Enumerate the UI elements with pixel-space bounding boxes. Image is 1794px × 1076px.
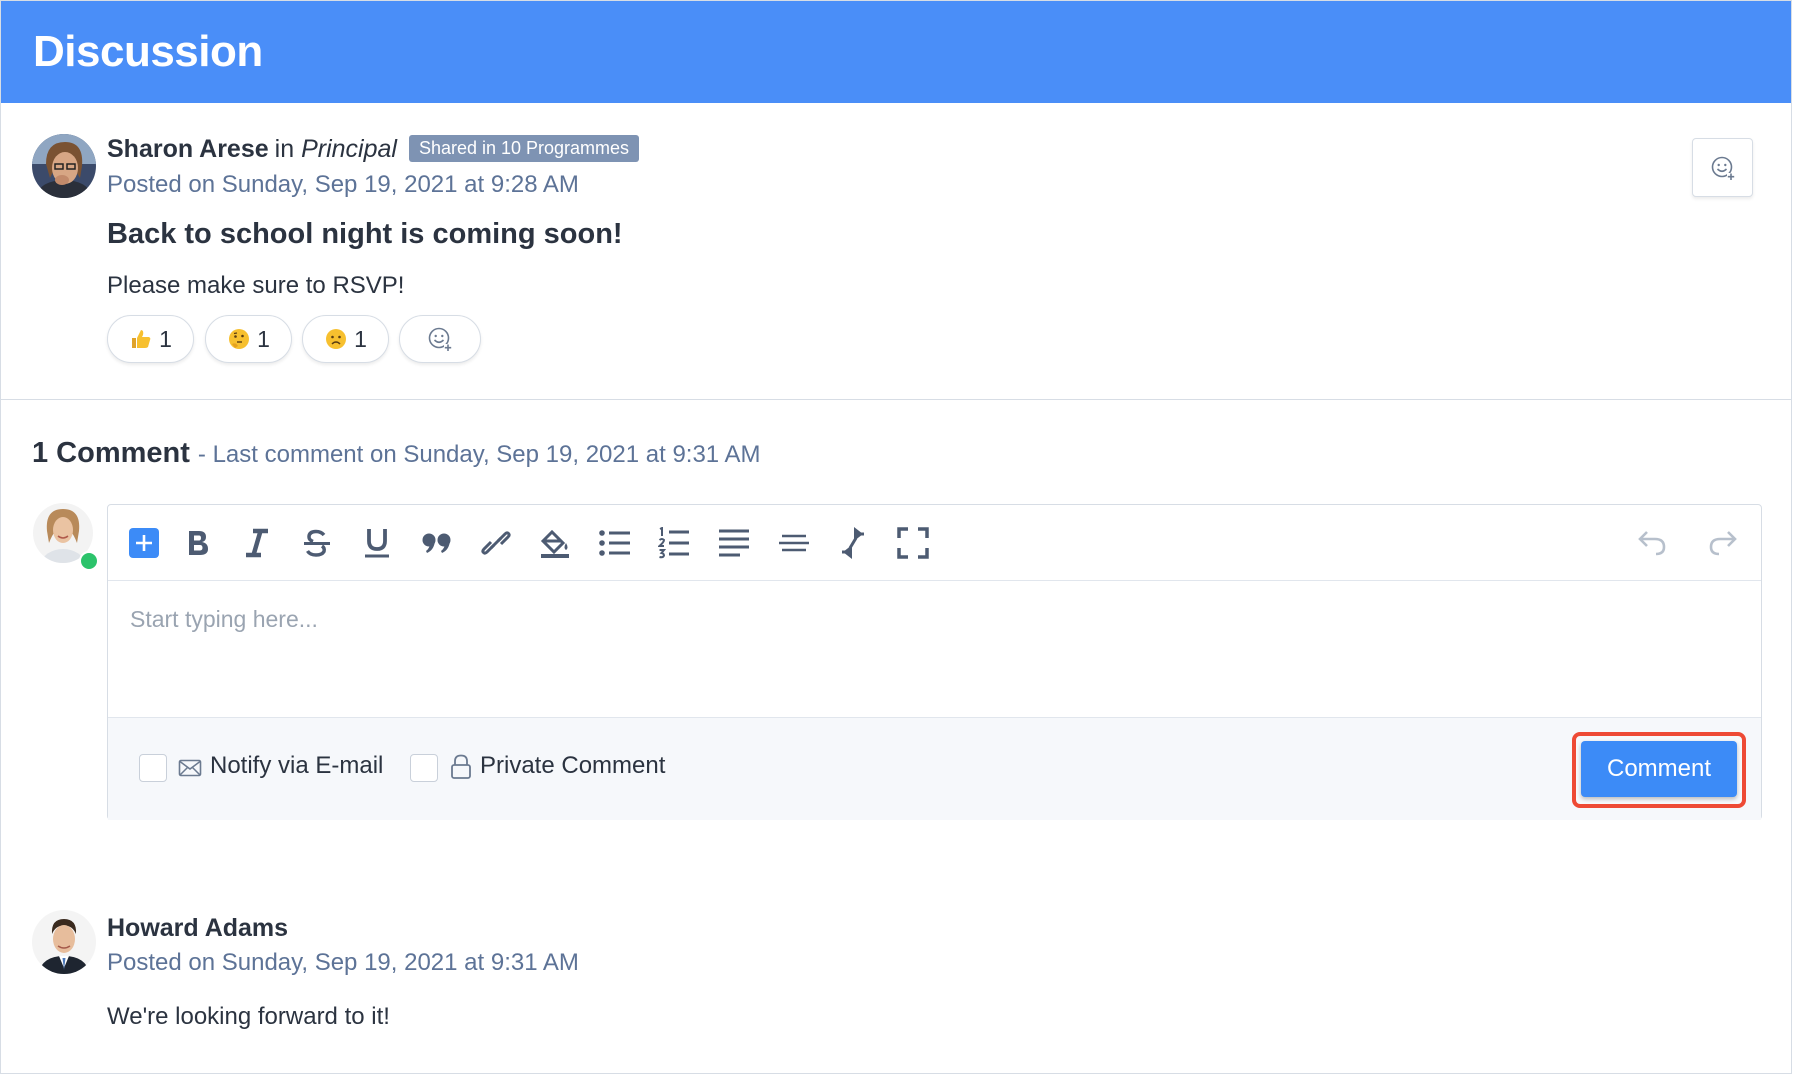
horizontal-rule-button[interactable] xyxy=(776,525,812,561)
merge-arrows-icon xyxy=(842,527,864,559)
align-justify-icon xyxy=(719,529,749,557)
comment-author-avatar[interactable] xyxy=(32,910,96,974)
numbered-list-button[interactable] xyxy=(656,525,692,561)
align-justify-button[interactable] xyxy=(716,525,752,561)
thinking-emoji-icon xyxy=(229,329,250,349)
fill-color-icon xyxy=(540,529,569,558)
page-title: Discussion xyxy=(33,27,263,76)
italic-button[interactable] xyxy=(239,525,275,561)
link-icon xyxy=(481,531,511,555)
editor-toolbar xyxy=(108,505,1761,581)
quote-button[interactable] xyxy=(419,525,455,561)
redo-button[interactable] xyxy=(1705,525,1741,561)
quote-icon xyxy=(422,533,451,553)
post-author-avatar[interactable] xyxy=(32,134,96,198)
comment-timestamp: Posted on Sunday, Sep 19, 2021 at 9:31 A… xyxy=(107,949,579,976)
post-author-line: Sharon Arese in Principal Shared in 10 Pro… xyxy=(107,135,640,164)
private-comment-checkbox[interactable] xyxy=(410,754,438,782)
fullscreen-icon xyxy=(897,527,929,559)
notify-email-checkbox[interactable] xyxy=(139,754,167,782)
reaction-count: 1 xyxy=(354,325,367,352)
comment-body: We're looking forward to it! xyxy=(107,1003,390,1030)
italic-icon xyxy=(246,528,268,558)
insert-plus-icon xyxy=(129,528,159,558)
frowning-emoji-icon xyxy=(326,329,347,349)
bulleted-list-icon xyxy=(599,530,630,556)
fill-color-button[interactable] xyxy=(537,525,573,561)
underline-icon xyxy=(365,529,389,558)
numbered-list-icon xyxy=(658,527,689,559)
strikethrough-button[interactable] xyxy=(299,525,335,561)
fullscreen-button[interactable] xyxy=(895,525,931,561)
underline-button[interactable] xyxy=(359,525,395,561)
post-author-name[interactable]: Sharon Arese xyxy=(107,135,269,163)
online-status-dot xyxy=(79,551,99,571)
reaction-frowning[interactable]: 1 xyxy=(302,315,389,363)
section-divider xyxy=(1,399,1791,400)
emoji-add-icon xyxy=(1711,156,1735,181)
add-reaction-button[interactable] xyxy=(399,315,481,363)
comment-author-name[interactable]: Howard Adams xyxy=(107,914,288,943)
post-timestamp: Posted on Sunday, Sep 19, 2021 at 9:28 A… xyxy=(107,171,579,198)
post-group-name[interactable]: Principal xyxy=(301,135,397,163)
redo-icon xyxy=(1709,531,1737,556)
in-label: in xyxy=(274,135,295,163)
shared-badge[interactable]: Shared in 10 Programmes xyxy=(408,135,640,162)
private-comment-label[interactable]: Private Comment xyxy=(480,752,665,780)
reaction-count: 1 xyxy=(257,325,270,352)
comment-placeholder: Start typing here... xyxy=(130,606,318,632)
bold-icon xyxy=(189,531,208,555)
bold-button[interactable] xyxy=(180,525,216,561)
discussion-header: Discussion xyxy=(1,1,1791,103)
undo-icon xyxy=(1638,531,1666,556)
comments-heading: 1 Comment - Last comment on Sunday, Sep 1… xyxy=(32,437,761,470)
comments-count: 1 Comment xyxy=(32,437,190,469)
envelope-icon xyxy=(178,759,202,777)
reaction-thinking[interactable]: 1 xyxy=(205,315,292,363)
link-button[interactable] xyxy=(478,525,514,561)
last-comment-info: - Last comment on Sunday, Sep 19, 2021 a… xyxy=(197,441,761,468)
reaction-thumbs-up[interactable]: 1 xyxy=(107,315,194,363)
comment-input[interactable]: Start typing here... xyxy=(108,580,1761,717)
emoji-add-icon xyxy=(428,327,452,352)
merge-arrows-button[interactable] xyxy=(835,525,871,561)
add-reaction-button-top[interactable] xyxy=(1692,138,1753,197)
notify-email-label[interactable]: Notify via E-mail xyxy=(210,752,383,780)
horizontal-rule-icon xyxy=(779,534,809,552)
comment-editor: Start typing here... Notify via E-mail P… xyxy=(107,504,1762,820)
submit-comment-button[interactable]: Comment xyxy=(1581,741,1737,797)
undo-button[interactable] xyxy=(1634,525,1670,561)
post-title: Back to school night is coming soon! xyxy=(107,218,623,250)
post-body: Please make sure to RSVP! xyxy=(107,272,405,299)
lock-icon xyxy=(451,754,471,779)
insert-button[interactable] xyxy=(126,525,162,561)
thumbs-up-emoji-icon xyxy=(132,330,151,348)
discussion-page: Discussion Sharon Arese in Principal Share… xyxy=(0,0,1792,1074)
reaction-count: 1 xyxy=(159,325,172,352)
editor-footer: Notify via E-mail Private Comment Commen… xyxy=(108,717,1761,820)
strikethrough-icon xyxy=(304,529,330,557)
bulleted-list-button[interactable] xyxy=(597,525,633,561)
